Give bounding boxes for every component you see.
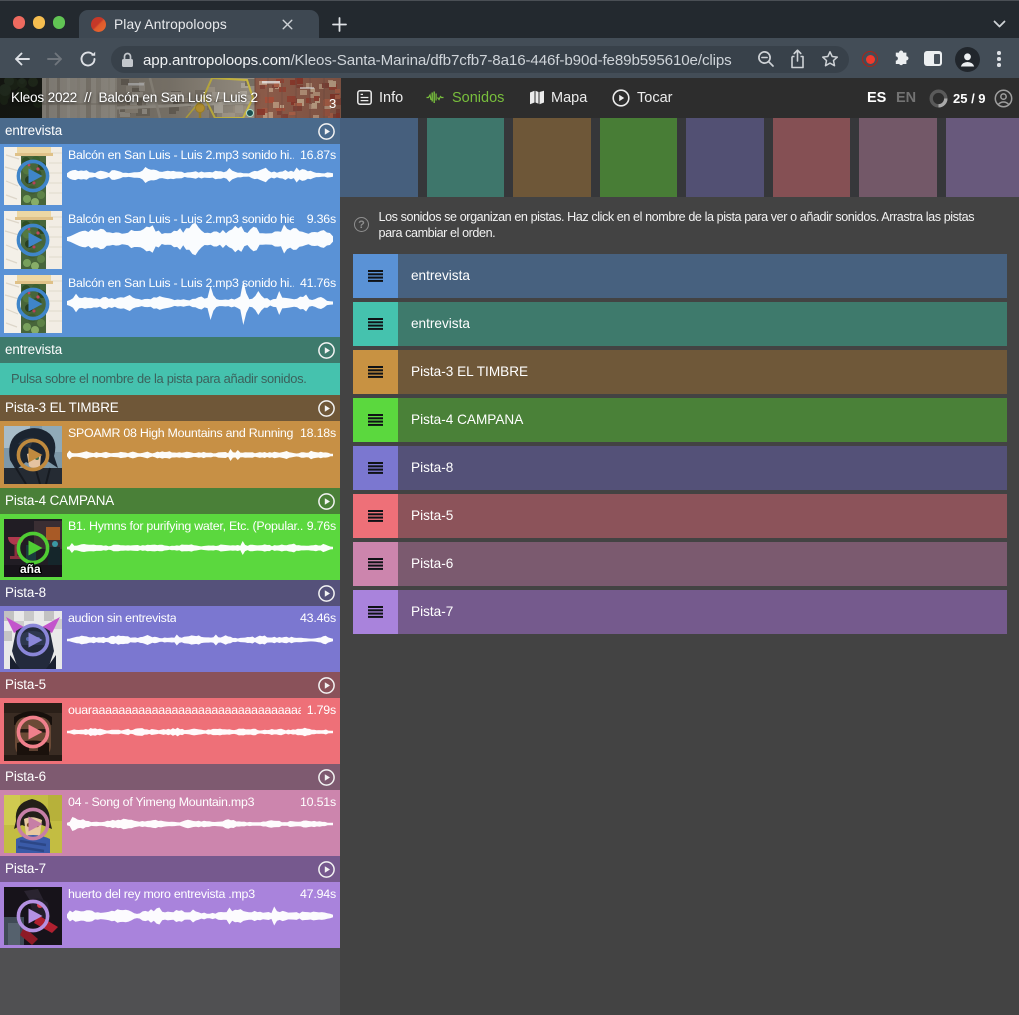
svg-text:aña: aña bbox=[20, 562, 41, 576]
